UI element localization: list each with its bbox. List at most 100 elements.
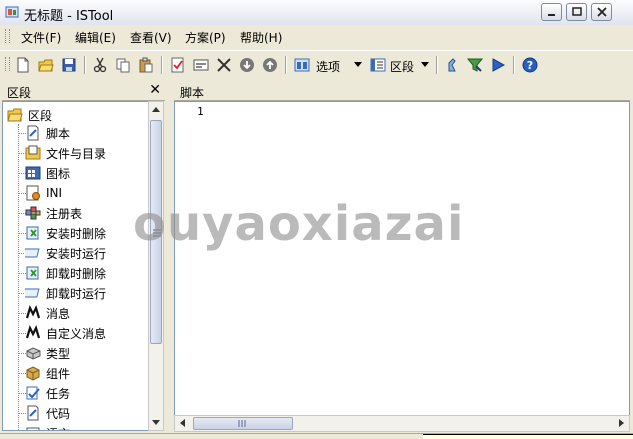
copy-button[interactable]: [113, 55, 133, 75]
tree-item-label: 代码: [46, 406, 71, 421]
tree-item-script[interactable]: 脚本: [25, 124, 70, 142]
delete-x-icon: [217, 58, 231, 72]
build-button[interactable]: [465, 55, 485, 75]
play-icon: [492, 58, 506, 72]
h-scroll-thumb[interactable]: [193, 417, 293, 430]
tree-item-messages[interactable]: 消息: [25, 304, 70, 322]
tree-item-languages[interactable]: 语言: [25, 424, 70, 431]
form-button[interactable]: [191, 55, 211, 75]
menu-edit[interactable]: 编辑(E): [75, 29, 116, 46]
tree-item-code[interactable]: 代码: [25, 404, 70, 422]
editor-horizontal-scrollbar[interactable]: [174, 415, 630, 432]
save-button[interactable]: [59, 55, 79, 75]
options-icon-button[interactable]: [292, 55, 312, 75]
script-icon: [25, 125, 41, 141]
scroll-left-arrow-icon[interactable]: [180, 419, 185, 427]
toolbar-separator: [436, 56, 438, 74]
arrow-down-circle-icon: [240, 58, 254, 72]
section-tree: 区段 脚本文件与目录图标 INI 注册表安装时删除安装时运行卸载时删除卸载时运行消息…: [2, 101, 148, 431]
toolbar-separator: [285, 56, 287, 74]
h-grip-icon: [238, 420, 246, 427]
menu-view[interactable]: 查看(V): [130, 29, 172, 46]
scroll-down-arrow-icon[interactable]: [152, 420, 160, 425]
check-button[interactable]: [168, 55, 188, 75]
tree-item-types[interactable]: 类型: [25, 344, 70, 362]
tree-item-icons[interactable]: 图标: [25, 164, 70, 182]
tree-item-ini[interactable]: INI: [25, 184, 62, 202]
tree-item-label: 消息: [46, 306, 71, 321]
tasks-icon: [25, 385, 41, 401]
open-button[interactable]: [36, 55, 56, 75]
compile-button[interactable]: [442, 55, 462, 75]
tree-item-custom-messages[interactable]: 自定义消息: [25, 324, 106, 342]
tree-item-label: 文件与目录: [46, 146, 107, 161]
tree-item-tasks[interactable]: 任务: [25, 384, 70, 402]
section-dropdown-arrow-icon[interactable]: [421, 62, 429, 67]
languages-icon: [25, 425, 41, 430]
tree-item-label: 图标: [46, 166, 71, 181]
messages-icon: [25, 305, 41, 321]
paste-icon: [139, 57, 153, 73]
section-panel-title: 区段: [7, 86, 32, 100]
code-icon: [25, 405, 41, 421]
custom-messages-icon: [25, 325, 41, 341]
ini-icon: [25, 185, 41, 201]
copy-icon: [116, 58, 130, 73]
tree-item-uninstall-run[interactable]: 卸载时运行: [25, 284, 106, 302]
tree-item-components[interactable]: 组件: [25, 364, 70, 382]
maximize-icon: [571, 7, 582, 16]
tree-item-label: 类型: [46, 346, 71, 361]
folder-open-icon: [7, 108, 23, 122]
scroll-up-arrow-icon[interactable]: [152, 107, 160, 112]
scissors-icon: [93, 57, 107, 73]
toolbar-grip: [5, 57, 10, 71]
menu-project[interactable]: 方案(P): [185, 29, 226, 46]
tree-root[interactable]: 区段: [7, 106, 52, 124]
tree-item-label: 语言: [46, 425, 70, 431]
tree-line: [18, 124, 19, 430]
tree-item-label: 卸载时运行: [46, 286, 107, 301]
script-editor[interactable]: 1: [174, 101, 630, 415]
tree-vertical-scrollbar[interactable]: [148, 101, 164, 431]
build-funnel-icon: [467, 58, 483, 72]
toolbar: 选项 区段 ?: [0, 50, 633, 79]
delete-button[interactable]: [214, 55, 234, 75]
paste-button[interactable]: [136, 55, 156, 75]
options-dropdown-arrow-icon[interactable]: [354, 62, 362, 67]
types-icon: [25, 345, 41, 361]
panel-splitter[interactable]: [165, 80, 173, 436]
options-panel-icon: [294, 58, 310, 72]
section-icon-button[interactable]: [368, 55, 388, 75]
tree-item-registry[interactable]: 注册表: [25, 204, 82, 222]
move-up-button[interactable]: [260, 55, 280, 75]
menu-file[interactable]: 文件(F): [21, 29, 61, 46]
cut-button[interactable]: [90, 55, 110, 75]
tree-item-files-dirs[interactable]: 文件与目录: [25, 144, 106, 162]
close-button[interactable]: [591, 3, 612, 21]
icons-icon: [25, 165, 41, 181]
help-button[interactable]: ?: [520, 55, 540, 75]
move-down-button[interactable]: [237, 55, 257, 75]
toolbar-separator: [84, 56, 86, 74]
close-icon: [596, 7, 607, 17]
scroll-right-arrow-icon[interactable]: [619, 419, 624, 427]
menu-help[interactable]: 帮助(H): [240, 29, 282, 46]
open-folder-icon: [38, 59, 54, 72]
options-label[interactable]: 选项: [316, 58, 340, 75]
watermark-text: ouyaoxiazai: [133, 196, 465, 252]
section-label[interactable]: 区段: [390, 58, 414, 75]
new-button[interactable]: [13, 55, 33, 75]
toolbar-separator: [161, 56, 163, 74]
tree-item-install-delete[interactable]: 安装时删除: [25, 224, 106, 242]
new-file-icon: [17, 57, 29, 73]
tree-item-uninstall-delete[interactable]: 卸载时删除: [25, 264, 106, 282]
minimize-button[interactable]: [541, 3, 562, 21]
svg-text:?: ?: [527, 59, 533, 72]
files-dirs-icon: [25, 145, 41, 161]
panel-close-icon[interactable]: ✕: [149, 82, 161, 98]
istool-app-icon: [5, 6, 19, 18]
run-button[interactable]: [488, 55, 508, 75]
maximize-button[interactable]: [566, 3, 587, 21]
tree-item-install-run[interactable]: 安装时运行: [25, 244, 106, 262]
window-title: 无标题 - ISTool: [24, 9, 114, 24]
